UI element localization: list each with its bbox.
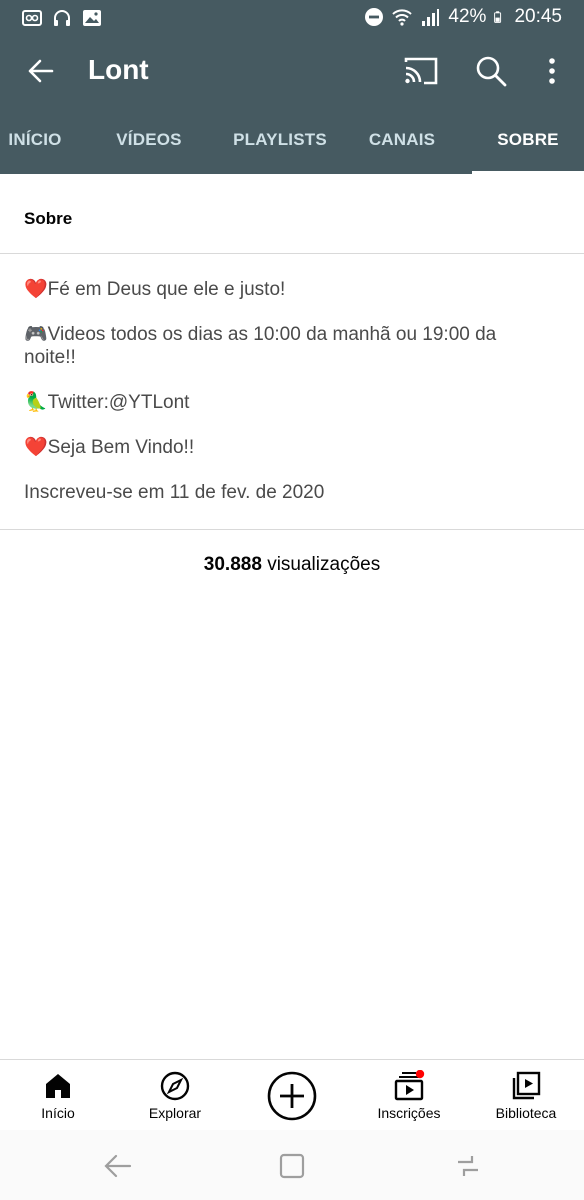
tab-playlists[interactable]: PLAYLISTS: [228, 106, 332, 174]
image-icon: [83, 10, 101, 26]
clock: 20:45: [514, 6, 562, 27]
nav-subscriptions-label: Inscrições: [377, 1105, 441, 1121]
compass-icon: [160, 1071, 190, 1101]
wifi-icon: [392, 9, 413, 26]
back-arrow-icon[interactable]: [20, 50, 62, 92]
description-line: ❤️Seja Bem Vindo!!: [24, 437, 195, 458]
view-count-number: 30.888: [203, 554, 262, 575]
more-vert-icon[interactable]: [538, 52, 566, 90]
description-line: 🎮Videos todos os dias as 10:00 da manhã …: [24, 324, 497, 368]
channel-description: ❤️Fé em Deus que ele e justo! 🎮Videos to…: [24, 278, 544, 526]
nav-explore-label: Explorar: [148, 1105, 202, 1121]
nav-library[interactable]: Biblioteca: [468, 1060, 584, 1130]
about-header: Sobre: [0, 174, 584, 254]
nav-home[interactable]: Início: [0, 1060, 116, 1130]
add-circle-icon[interactable]: [266, 1070, 318, 1122]
system-navigation-bar: [0, 1130, 584, 1200]
search-icon[interactable]: [472, 52, 510, 90]
channel-title: Lont: [88, 54, 149, 85]
app-bar: Lont: [0, 36, 584, 106]
home-icon: [46, 1074, 70, 1098]
view-count-label: visualizações: [267, 554, 381, 575]
description-line: 🦜Twitter:@YTLont: [24, 392, 190, 413]
status-left-icons: [22, 8, 102, 28]
status-bar: 42% 20:45: [0, 0, 584, 36]
nav-subscriptions[interactable]: Inscrições: [351, 1060, 467, 1130]
battery-icon: [494, 11, 502, 23]
tab-canais[interactable]: CANAIS: [332, 106, 472, 174]
tab-sobre[interactable]: SOBRE: [472, 106, 584, 174]
nav-library-label: Biblioteca: [495, 1105, 557, 1121]
description-line: ❤️Fé em Deus que ele e justo!: [24, 279, 286, 300]
signal-icon: [422, 9, 440, 26]
voicemail-icon: [22, 10, 42, 26]
tab-inicio[interactable]: INÍCIO: [0, 106, 70, 174]
cast-icon[interactable]: [402, 52, 440, 90]
subscriptions-icon: [394, 1070, 425, 1101]
bottom-navigation: Início Explorar Inscrições Biblioteca: [0, 1059, 584, 1129]
tab-videos[interactable]: VÍDEOS: [70, 106, 228, 174]
joined-date: Inscreveu-se em 11 de fev. de 2020: [24, 482, 325, 503]
system-home-icon[interactable]: [274, 1148, 310, 1184]
dnd-icon: [365, 8, 384, 26]
nav-home-label: Início: [41, 1105, 75, 1121]
about-heading: Sobre: [24, 209, 73, 228]
system-recents-icon[interactable]: [450, 1148, 486, 1184]
system-back-icon[interactable]: [100, 1148, 136, 1184]
status-right-icons: 42% 20:45: [364, 6, 562, 28]
nav-explore[interactable]: Explorar: [117, 1060, 233, 1130]
view-count: 30.888 visualizações: [0, 554, 584, 576]
headphones-icon: [54, 10, 70, 26]
channel-tabs: INÍCIO VÍDEOS PLAYLISTS CANAIS SOBRE: [0, 106, 584, 174]
battery-percent: 42%: [448, 6, 487, 27]
library-icon: [512, 1071, 541, 1100]
divider: [0, 529, 584, 530]
